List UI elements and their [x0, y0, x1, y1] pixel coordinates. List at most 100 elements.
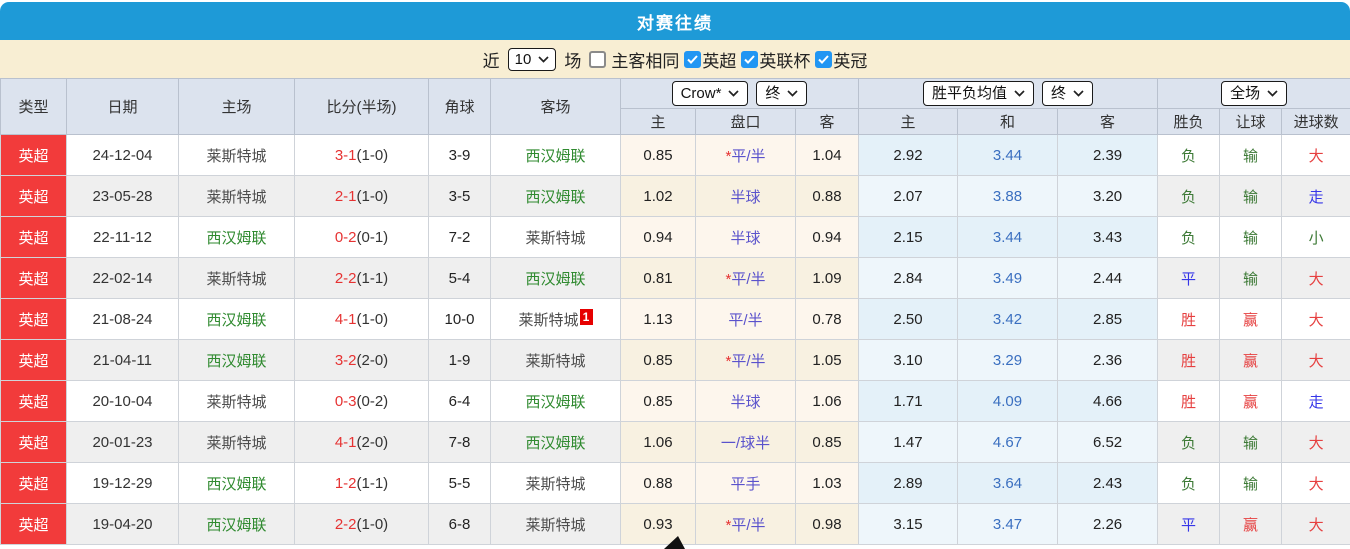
col-header-home: 主场 [179, 79, 295, 135]
cell-odds-handicap: 一/球半 [696, 422, 796, 463]
cell-corners: 3-9 [429, 135, 491, 176]
cell-avg-home: 2.89 [859, 463, 958, 504]
recent-count-value: 10 [515, 50, 532, 69]
league-filter-cup[interactable]: 英联杯 [741, 47, 810, 72]
table-row: 英超 21-08-24 西汉姆联 4-1(1-0) 10-0 莱斯特城1 1.1… [1, 299, 1350, 340]
check-icon [687, 55, 698, 64]
cell-home-team: 莱斯特城 [179, 135, 295, 176]
cell-avg-away: 2.85 [1058, 299, 1158, 340]
cell-avg-draw: 3.44 [958, 135, 1058, 176]
cell-result-outcome: 胜 [1158, 381, 1220, 422]
cell-home-team: 莱斯特城 [179, 422, 295, 463]
cell-home-team: 西汉姆联 [179, 299, 295, 340]
avg-type-select[interactable]: 胜平负均值 [923, 81, 1034, 106]
odds-final-select[interactable]: 终 [756, 81, 807, 106]
fulltime-score: 2-2 [335, 516, 357, 533]
cell-result-goals: 大 [1282, 463, 1350, 504]
cell-odds-handicap: *平/半 [696, 135, 796, 176]
filter-bar: 近 10 场 主客相同 英超 英联杯 英冠 [0, 40, 1350, 78]
cell-odds-away: 0.98 [796, 504, 859, 545]
cell-score: 1-2(1-1) [295, 463, 429, 504]
chevron-down-icon [1267, 90, 1278, 97]
chevron-down-icon [787, 90, 798, 97]
cell-odds-handicap: 半球 [696, 217, 796, 258]
cell-away-team: 莱斯特城 [491, 340, 621, 381]
cell-avg-home: 2.07 [859, 176, 958, 217]
premier-league-checkbox[interactable] [684, 51, 701, 68]
cell-avg-home: 1.47 [859, 422, 958, 463]
cell-away-team: 西汉姆联 [491, 258, 621, 299]
cell-away-team: 莱斯特城 [491, 504, 621, 545]
fulltime-score: 0-3 [335, 393, 357, 410]
table-row: 英超 20-01-23 莱斯特城 4-1(2-0) 7-8 西汉姆联 1.06 … [1, 422, 1350, 463]
halftime-score: (1-0) [357, 516, 389, 533]
cell-result-handicap: 输 [1220, 422, 1282, 463]
league-cup-label: 英联杯 [759, 47, 810, 72]
table-row: 英超 22-11-12 西汉姆联 0-2(0-1) 7-2 莱斯特城 0.94 … [1, 217, 1350, 258]
cell-avg-away: 4.66 [1058, 381, 1158, 422]
h2h-table: 类型 日期 主场 比分(半场) 角球 客场 Crow* 终 [0, 78, 1350, 545]
fulltime-score: 0-2 [335, 229, 357, 246]
fullmatch-select[interactable]: 全场 [1221, 81, 1287, 106]
cell-odds-handicap: 平/半 [696, 299, 796, 340]
cell-score: 2-2(1-1) [295, 258, 429, 299]
col-header-type: 类型 [1, 79, 67, 135]
cell-avg-draw: 4.09 [958, 381, 1058, 422]
cell-result-goals: 走 [1282, 381, 1350, 422]
cell-league-type: 英超 [1, 135, 67, 176]
table-header: 类型 日期 主场 比分(半场) 角球 客场 Crow* 终 [1, 79, 1350, 135]
cell-league-type: 英超 [1, 422, 67, 463]
cell-avg-draw: 3.44 [958, 217, 1058, 258]
cell-odds-away: 1.05 [796, 340, 859, 381]
cell-result-goals: 大 [1282, 504, 1350, 545]
cell-score: 2-1(1-0) [295, 176, 429, 217]
handicap-star-marker: * [725, 271, 731, 288]
same-venue-checkbox[interactable] [589, 51, 606, 68]
cell-result-outcome: 负 [1158, 176, 1220, 217]
odds-provider-select[interactable]: Crow* [672, 81, 749, 106]
cell-result-outcome: 胜 [1158, 340, 1220, 381]
league-cup-checkbox[interactable] [741, 51, 758, 68]
league-filter-premier[interactable]: 英超 [684, 47, 736, 72]
red-card-badge: 1 [580, 309, 593, 325]
sub-header-odds-away: 客 [796, 109, 859, 135]
home-team-name: 西汉姆联 [206, 517, 266, 534]
cell-score: 0-3(0-2) [295, 381, 429, 422]
away-team-name: 莱斯特城 [525, 517, 585, 534]
cell-away-team: 西汉姆联 [491, 135, 621, 176]
cell-corners: 10-0 [429, 299, 491, 340]
cell-date: 21-08-24 [67, 299, 179, 340]
cell-avg-home: 2.50 [859, 299, 958, 340]
championship-checkbox[interactable] [815, 51, 832, 68]
home-team-name: 莱斯特城 [206, 394, 266, 411]
cell-league-type: 英超 [1, 340, 67, 381]
cell-league-type: 英超 [1, 217, 67, 258]
same-venue-filter[interactable]: 主客相同 [589, 47, 679, 72]
home-team-name: 莱斯特城 [206, 189, 266, 206]
fullmatch-value: 全场 [1230, 84, 1260, 103]
cell-result-outcome: 平 [1158, 504, 1220, 545]
cell-odds-home: 0.81 [621, 258, 696, 299]
cell-corners: 6-4 [429, 381, 491, 422]
avg-final-select[interactable]: 终 [1042, 81, 1093, 106]
cell-odds-home: 0.94 [621, 217, 696, 258]
cell-away-team: 西汉姆联 [491, 422, 621, 463]
away-team-name: 西汉姆联 [525, 189, 585, 206]
cell-date: 22-02-14 [67, 258, 179, 299]
mouse-cursor [664, 536, 686, 549]
cell-date: 24-12-04 [67, 135, 179, 176]
away-team-name: 西汉姆联 [525, 394, 585, 411]
odds-provider-value: Crow* [681, 84, 722, 103]
cell-avg-away: 2.43 [1058, 463, 1158, 504]
cell-result-goals: 走 [1282, 176, 1350, 217]
cell-odds-away: 0.78 [796, 299, 859, 340]
cell-odds-handicap: 半球 [696, 381, 796, 422]
check-icon [818, 55, 829, 64]
cell-away-team: 莱斯特城 [491, 217, 621, 258]
cell-date: 19-12-29 [67, 463, 179, 504]
sub-header-result-handicap: 让球 [1220, 109, 1282, 135]
cell-home-team: 西汉姆联 [179, 463, 295, 504]
recent-count-select[interactable]: 10 [508, 48, 557, 71]
league-filter-championship[interactable]: 英冠 [815, 47, 867, 72]
cell-league-type: 英超 [1, 463, 67, 504]
